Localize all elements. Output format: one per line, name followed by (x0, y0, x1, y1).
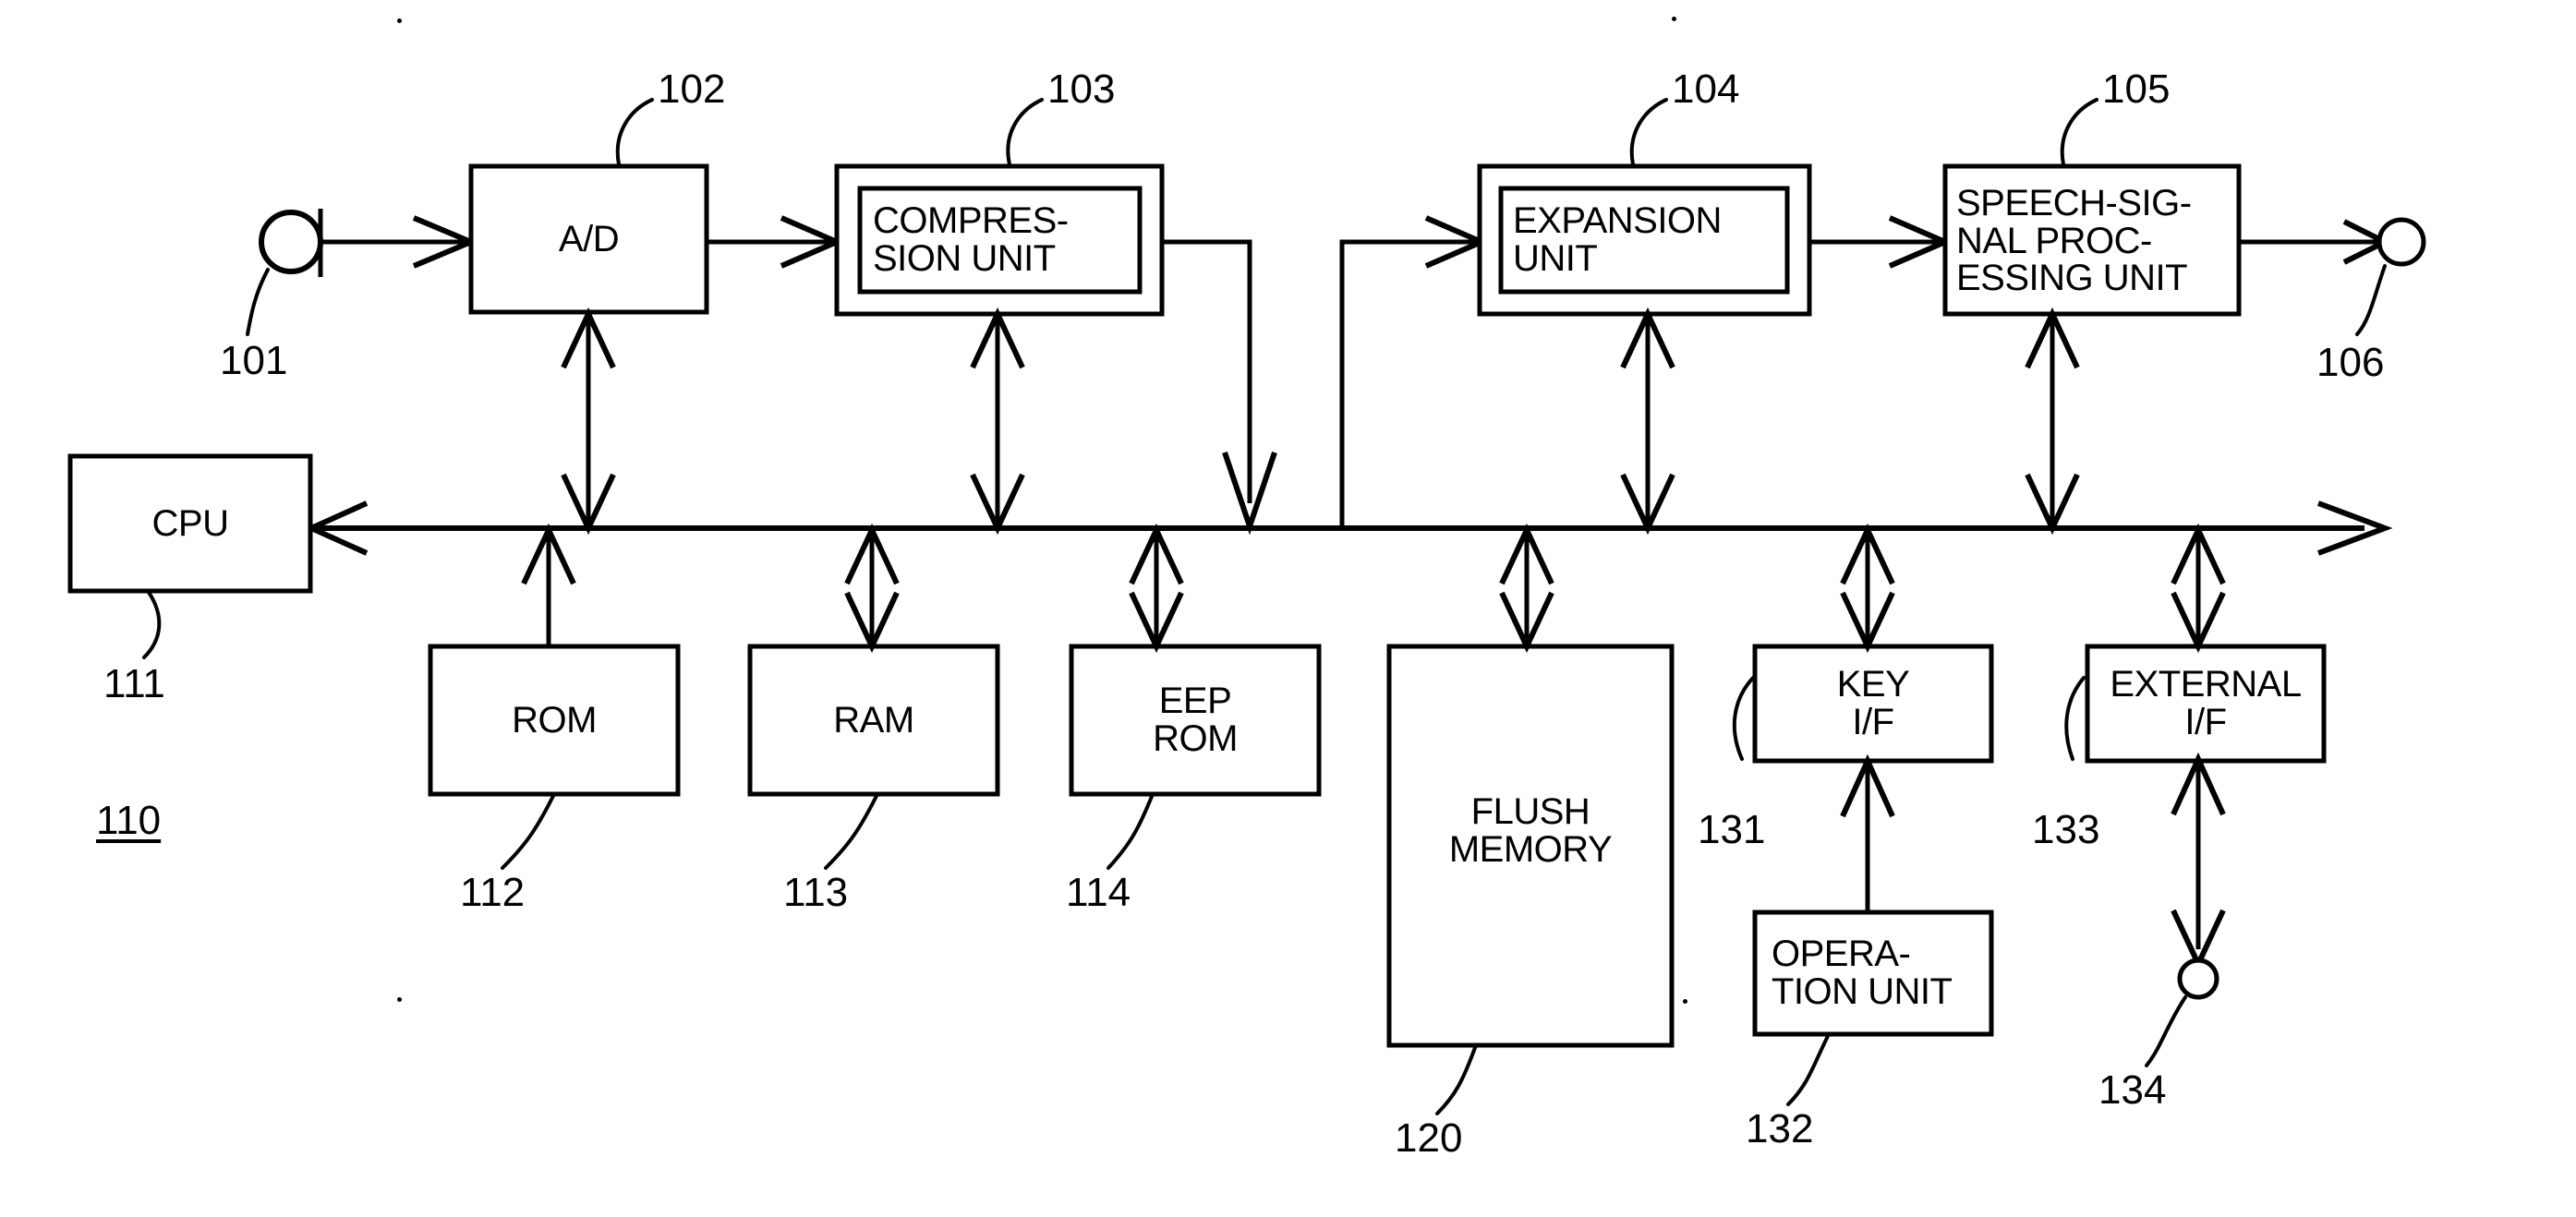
wire-ad-to-compression (707, 215, 844, 269)
wire-compression-to-bus (1162, 239, 1277, 536)
scan-speck (1683, 999, 1687, 1004)
ref-number-110: 110 (96, 798, 162, 843)
ref-number-120: 120 (1395, 1115, 1463, 1161)
wire-expansion-bus-bidirectional (1620, 307, 1675, 536)
block-external-if[interactable] (2085, 644, 2327, 764)
wire-expansion-to-speech (1809, 215, 1953, 269)
microphone-terminal-101 (259, 209, 323, 277)
diagram-vector-layer (67, 98, 2426, 1115)
wire-speech-bus-bidirectional (2025, 307, 2080, 536)
block-flush-memory[interactable] (1386, 644, 1675, 1048)
ref-number-106: 106 (2316, 340, 2385, 385)
block-eep-rom[interactable] (1069, 644, 1322, 797)
ref-number-133: 133 (2032, 807, 2100, 852)
ref-number-105: 105 (2102, 66, 2171, 112)
scan-speck (1672, 17, 1676, 21)
system-bus (304, 500, 2393, 556)
wire-operation-to-keyif (1840, 753, 1895, 912)
wire-bus-to-expansion (1339, 215, 1489, 528)
ref-number-104: 104 (1672, 66, 1740, 112)
block-key-if[interactable] (1752, 644, 1994, 764)
ref-number-103: 103 (1047, 66, 1116, 112)
wire-flush-bus-bidirectional (1499, 523, 1554, 654)
wire-mic-to-ad (320, 215, 478, 269)
wire-keyif-bus-bidirectional (1840, 523, 1895, 654)
wire-ram-bus-bidirectional (844, 523, 900, 654)
wire-eeprom-bus-bidirectional (1129, 523, 1184, 654)
block-rom[interactable] (428, 644, 681, 797)
wire-speech-to-speaker (2239, 217, 2426, 267)
wire-extif-to-external-port (2171, 752, 2226, 1000)
ref-number-112: 112 (460, 870, 526, 915)
block-ad[interactable] (468, 163, 709, 315)
diagram-canvas: A/D COMPRES- SION UNIT EXPANSION UNIT SP… (0, 0, 2576, 1217)
block-cpu[interactable] (67, 453, 313, 594)
wire-compression-bus-bidirectional (970, 307, 1025, 536)
ref-number-113: 113 (783, 870, 849, 915)
ref-number-131: 131 (1698, 807, 1766, 852)
scan-speck (397, 997, 402, 1002)
wire-ad-bus-bidirectional (561, 307, 616, 536)
block-speech-signal-processing-unit[interactable] (1942, 163, 2242, 317)
ref-number-132: 132 (1746, 1106, 1814, 1151)
block-operation-unit[interactable] (1752, 910, 1994, 1037)
wire-rom-to-bus (521, 523, 576, 646)
wire-extif-bus-bidirectional (2171, 523, 2226, 654)
ref-number-134: 134 (2098, 1067, 2167, 1113)
ref-number-114: 114 (1066, 870, 1131, 915)
block-ram[interactable] (747, 644, 1000, 797)
ref-number-102: 102 (658, 66, 726, 112)
scan-speck (397, 18, 402, 23)
ref-number-101: 101 (220, 338, 288, 383)
ref-number-111: 111 (103, 661, 165, 706)
